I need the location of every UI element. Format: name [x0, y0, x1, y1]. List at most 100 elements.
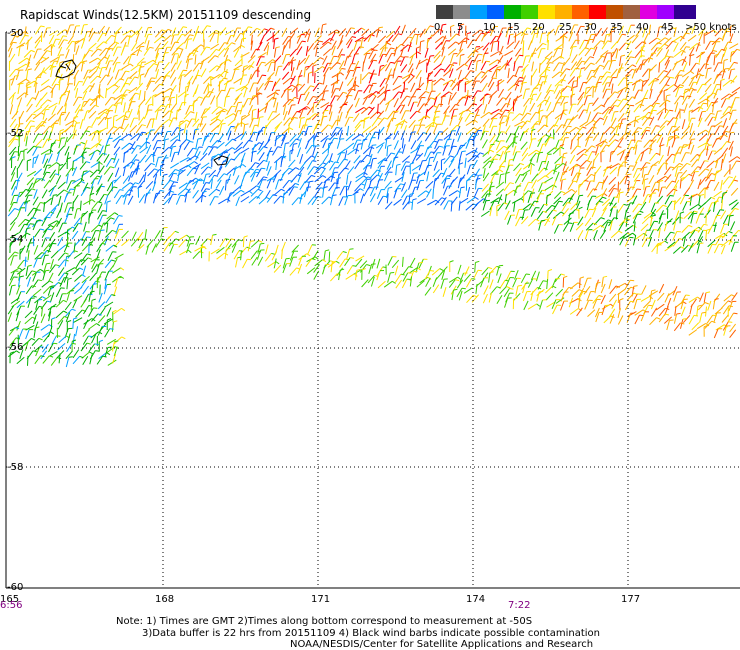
wind-barb: [299, 181, 306, 191]
wind-barb: [393, 140, 399, 150]
wind-barb-flag: [500, 121, 505, 124]
lon-label: 171: [311, 594, 330, 605]
wind-barb-flag: [306, 186, 311, 188]
wind-barb: [711, 138, 718, 148]
wind-barb: [659, 84, 667, 94]
wind-barb: [144, 59, 154, 66]
wind-barb: [386, 146, 389, 157]
wind-barb-flag: [619, 191, 624, 194]
wind-barb: [682, 75, 689, 85]
wind-barb: [50, 195, 54, 206]
wind-barb: [143, 172, 147, 183]
wind-barb: [594, 283, 598, 294]
wind-barb: [721, 300, 729, 309]
wind-barb-flag: [558, 62, 563, 64]
wind-barb-flag: [221, 110, 226, 113]
wind-barb: [66, 343, 73, 352]
wind-barb-flag: [655, 77, 660, 81]
wind-barb-flag: [99, 339, 104, 343]
wind-barb-flag: [362, 37, 367, 40]
wind-barb-flag: [643, 166, 648, 169]
wind-barb: [99, 74, 107, 84]
wind-barb-flag: [610, 150, 616, 153]
wind-barb-flag: [186, 234, 191, 238]
wind-barb-flag: [31, 270, 36, 273]
wind-barb-flag: [716, 170, 721, 172]
wind-barb-flag: [447, 175, 452, 177]
wind-barb-flag: [720, 235, 725, 238]
wind-barb-flag: [314, 256, 319, 260]
wind-barb: [289, 267, 297, 276]
wind-barb: [307, 96, 314, 106]
wind-barb-flag: [51, 142, 56, 145]
wind-barb: [32, 146, 38, 156]
wind-barb: [336, 115, 339, 126]
wind-barb-flag: [125, 165, 130, 167]
wind-barb-flag: [728, 176, 733, 179]
wind-barb: [336, 251, 344, 260]
wind-barb-flag: [558, 200, 563, 203]
wind-barb: [459, 55, 461, 66]
wind-barb: [714, 111, 719, 121]
wind-barb-flag: [392, 280, 396, 284]
wind-barb-flag: [97, 201, 102, 204]
wind-barb: [48, 231, 56, 241]
wind-barb: [443, 200, 449, 210]
wind-barb: [239, 104, 244, 115]
wind-barb: [553, 224, 560, 234]
wind-barb: [355, 255, 365, 262]
wind-barb: [175, 34, 183, 44]
wind-barb: [595, 196, 603, 206]
wind-barb-flag: [160, 125, 165, 128]
lon-label: 177: [621, 594, 640, 605]
wind-barb: [536, 175, 546, 182]
wind-barb-flag: [710, 112, 715, 115]
wind-barb: [243, 87, 248, 98]
wind-barb-flag: [562, 178, 567, 181]
wind-barb: [113, 33, 117, 43]
wind-barb: [523, 182, 529, 192]
wind-barb: [394, 273, 402, 283]
wind-barb: [129, 117, 135, 128]
wind-barb: [705, 40, 711, 51]
wind-barb: [615, 123, 620, 134]
wind-barb: [43, 27, 48, 38]
wind-barb: [50, 292, 55, 303]
wind-barb-flag: [600, 217, 605, 220]
wind-barb-flag: [181, 74, 186, 76]
wind-barb: [568, 104, 573, 114]
wind-barb: [650, 307, 658, 317]
wind-barb: [528, 53, 533, 63]
wind-barb: [42, 130, 49, 141]
wind-barb-flag: [673, 84, 678, 88]
wind-barb: [435, 41, 443, 50]
wind-barb: [80, 38, 86, 49]
wind-barb: [664, 231, 672, 241]
wind-barb-flag: [542, 42, 547, 46]
wind-barb: [433, 78, 442, 86]
wind-barb-flag: [470, 112, 475, 115]
wind-barb-flag: [182, 26, 188, 28]
wind-barb-flag: [194, 161, 198, 165]
wind-barb: [544, 176, 554, 183]
wind-barb-flag: [112, 309, 117, 313]
wind-barb: [720, 53, 725, 64]
wind-barb-flag: [206, 25, 211, 27]
wind-barb: [595, 55, 603, 65]
wind-barb: [666, 200, 673, 210]
wind-barb: [15, 70, 20, 81]
wind-barb-flag: [218, 106, 223, 109]
wind-barb: [103, 154, 110, 164]
wind-barb-flag: [460, 177, 465, 179]
wind-barb: [434, 172, 442, 182]
wind-barb-flag: [40, 228, 45, 231]
wind-barb: [513, 61, 516, 72]
wind-barb: [88, 213, 90, 224]
wind-barb: [263, 139, 271, 148]
wind-barb: [74, 286, 83, 295]
wind-barb: [384, 138, 388, 149]
wind-barb: [346, 174, 349, 185]
wind-barb: [249, 82, 254, 93]
wind-barb: [257, 82, 264, 92]
wind-barb: [227, 118, 236, 126]
